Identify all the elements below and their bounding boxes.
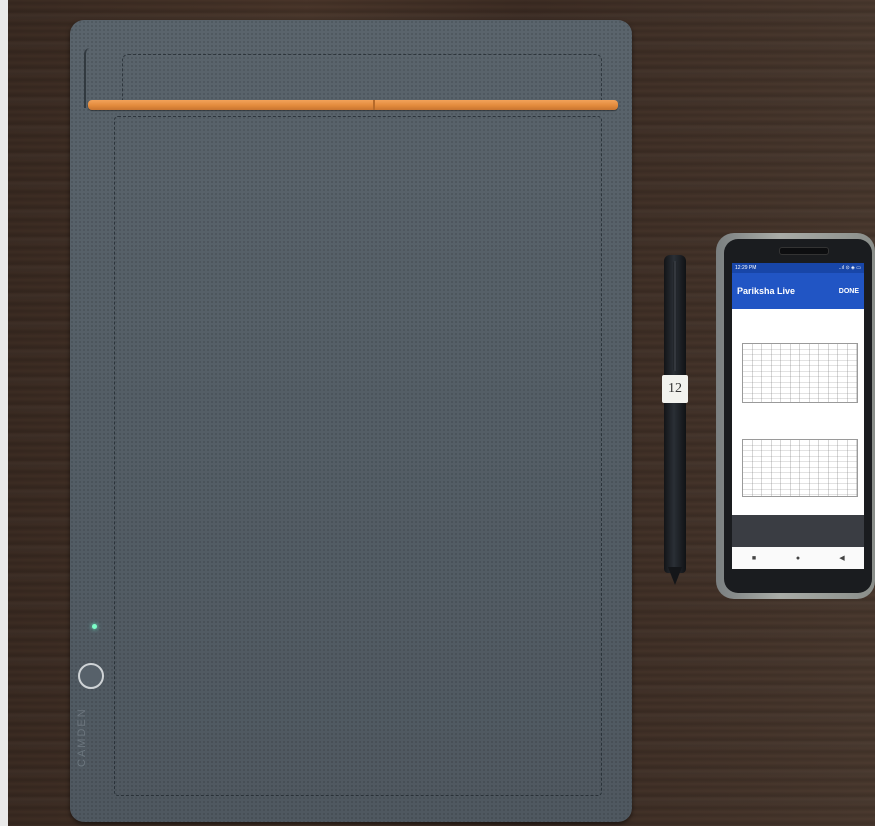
smart-pen: 12 [662,255,689,587]
navigation-bar: ■ ● ◀ [732,547,864,569]
phone-bezel: 12:29 PM ..ıl ⊙ ◈ ▭ Pariksha Live DONE ■… [724,239,872,593]
recents-square-icon[interactable]: ■ [747,555,761,562]
phone-screen: 12:29 PM ..ıl ⊙ ◈ ▭ Pariksha Live DONE ■… [732,263,864,569]
clip-strip-divider [373,100,375,110]
pen-number-label: 12 [662,375,688,403]
done-button[interactable]: DONE [839,288,859,295]
app-bar: Pariksha Live DONE [732,273,864,309]
scanned-document [740,315,858,505]
paper-clip-strip [88,100,618,110]
back-triangle-icon[interactable]: ◀ [835,554,849,562]
status-time: 12:29 PM [735,265,757,271]
smartphone: 12:29 PM ..ıl ⊙ ◈ ▭ Pariksha Live DONE ■… [716,233,875,599]
sheet-table-1 [742,343,858,403]
status-icons: ..ıl ⊙ ◈ ▭ [838,265,861,271]
app-title: Pariksha Live [737,286,796,296]
status-bar: 12:29 PM ..ıl ⊙ ◈ ▭ [732,263,864,273]
tablet-brand-label: CAMDEN [76,707,88,767]
home-circle-icon[interactable]: ● [791,555,805,562]
screen-dark-area [732,515,864,547]
desk-edge [0,0,8,826]
pen-slot [84,48,100,108]
status-led-icon [92,624,97,629]
pen-clip [673,261,677,371]
pen-tip [668,567,682,585]
writing-area-stitch [114,116,602,796]
phone-speaker [779,247,829,255]
tablet-top-stitch [122,54,602,105]
sheet-table-2 [742,439,858,497]
smart-writing-tablet: CAMDEN [70,20,632,822]
power-button[interactable] [78,663,104,689]
